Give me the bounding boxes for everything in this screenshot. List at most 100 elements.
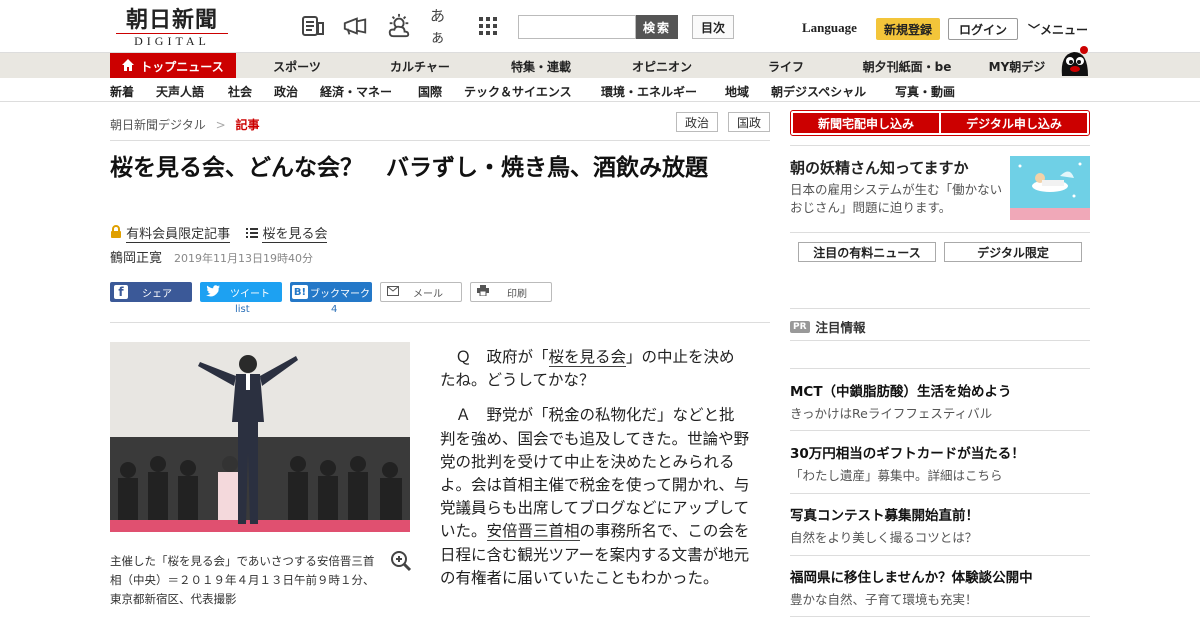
home-icon	[122, 58, 135, 74]
text-span: Ｑ 政府が「	[455, 348, 549, 366]
subnav-item[interactable]: 政治	[274, 83, 298, 100]
subnav-item[interactable]: 国際	[418, 83, 442, 100]
site-logo[interactable]: 朝日新聞 DIGITAL	[116, 7, 228, 49]
subnav-item[interactable]: 社会	[228, 83, 252, 100]
breadcrumb: 朝日新聞デジタル > 記事	[110, 116, 260, 133]
ad-title[interactable]: MCT（中鎖脂肪酸）生活を始めよう	[790, 380, 1012, 400]
lock-icon	[110, 225, 126, 242]
body-paragraph: Ｑ 政府が「桜を見る会」の中止を決めたね。どうしてかな？	[440, 346, 750, 392]
subnav-item[interactable]: テック＆サイエンス	[464, 83, 572, 100]
body-paragraph: Ａ 野党が「税金の私物化だ」などと批判を強め、国会でも追及してきた。世論や野党の…	[440, 404, 750, 590]
zoom-icon[interactable]	[390, 550, 412, 572]
paid-member-label[interactable]: 有料会員限定記事	[126, 227, 231, 243]
tag-national[interactable]: 国政	[728, 112, 770, 132]
search-input[interactable]	[518, 15, 636, 39]
ad-description[interactable]: 「わたし遺産」募集中。詳細はこちら	[790, 465, 1003, 484]
share-label: シェア	[142, 288, 172, 300]
facebook-share-button[interactable]: f シェア	[110, 282, 192, 302]
series-link[interactable]: 桜を見る会	[262, 227, 328, 243]
divider	[790, 308, 1090, 309]
digital-subscribe-button[interactable]: デジタル申し込み	[941, 113, 1087, 133]
menu-label: メニュー	[1040, 23, 1089, 37]
ad-title[interactable]: 写真コンテスト募集開始直前！	[790, 504, 979, 524]
sakura-link[interactable]: 桜を見る会	[548, 348, 627, 367]
byline: 鶴岡正寛 2019年11月13日19時40分	[110, 247, 313, 266]
subnav-item[interactable]: 朝デジスペシャル	[771, 83, 866, 100]
photo-caption: 主催した「桜を見る会」であいさつする安倍晋三首相（中央）＝２０１９年４月１３日午…	[110, 554, 375, 606]
text-span: Ａ 野党が「税金の私物化だ」などと批判を強め、国会でも追及してきた。世論や野党の…	[440, 406, 750, 541]
nav-top-news[interactable]: トップニュース	[110, 53, 236, 79]
nav-features[interactable]: 特集・連載	[500, 53, 582, 79]
ad-title[interactable]: 福岡県に移住しませんか？体験談公開中	[790, 566, 1033, 586]
ad-title[interactable]: 30万円相当のギフトカードが当たる！	[790, 442, 1025, 462]
mail-button[interactable]: メール	[380, 282, 462, 302]
ad-description[interactable]: 豊かな自然、子育て環境も充実！	[790, 589, 978, 608]
mail-icon	[387, 285, 399, 299]
subnav-item[interactable]: 地域	[725, 83, 749, 100]
search-button[interactable]: 検索	[636, 15, 678, 39]
breadcrumb-home[interactable]: 朝日新聞デジタル	[110, 118, 206, 132]
login-button[interactable]: ログイン	[948, 18, 1018, 40]
nav-sports[interactable]: スポーツ	[262, 53, 332, 79]
print-button[interactable]: 印刷	[470, 282, 552, 302]
grid-icon[interactable]	[475, 14, 501, 38]
logo-text-en: DIGITAL	[116, 33, 228, 49]
paid-news-button[interactable]: 注目の有料ニュース	[798, 242, 936, 262]
subnav-item[interactable]: 新着	[110, 83, 134, 100]
subnav-item[interactable]: 環境・エネルギー	[601, 83, 697, 100]
pr-badge: PR	[790, 320, 810, 333]
chevron-down-icon: ﹀	[1028, 23, 1041, 37]
nav-paper[interactable]: 朝夕刊紙面・be	[852, 53, 962, 79]
main-nav: トップニュース スポーツ カルチャー 特集・連載 オピニオン ライフ 朝夕刊紙面…	[0, 52, 1200, 79]
logo-text-jp: 朝日新聞	[125, 7, 218, 33]
nav-label: トップニュース	[140, 59, 224, 74]
language-link[interactable]: Language	[802, 20, 857, 36]
tweet-count[interactable]: list	[235, 304, 250, 315]
promo-image[interactable]	[1010, 156, 1090, 220]
tag-politics[interactable]: 政治	[676, 112, 718, 132]
subnav-item[interactable]: 写真・動画	[895, 83, 955, 100]
digital-limited-button[interactable]: デジタル限定	[944, 242, 1082, 262]
nav-life[interactable]: ライフ	[756, 53, 816, 79]
bookmark-count[interactable]: 4	[331, 304, 337, 315]
subnav-item[interactable]: 経済・マネー	[320, 83, 392, 100]
newspaper-icon[interactable]	[300, 14, 326, 38]
twitter-icon	[206, 284, 220, 300]
font-size-icon[interactable]: あぁ	[430, 7, 456, 46]
pr-label: 注目情報	[815, 320, 866, 335]
hatena-bookmark-button[interactable]: B! ブックマーク	[290, 282, 372, 302]
promo-description: 日本の雇用システムが生む「働かないおじさん」問題に迫ります。	[790, 182, 1003, 215]
page: 朝日新聞 DIGITAL あぁ 検索 目次 Language 新規登録 ログイン…	[0, 0, 1200, 630]
divider	[790, 430, 1090, 431]
register-button[interactable]: 新規登録	[876, 18, 940, 40]
delivery-subscribe-button[interactable]: 新聞宅配申し込み	[793, 113, 939, 133]
subnav-item[interactable]: 天声人語	[156, 83, 204, 100]
divider	[790, 616, 1090, 617]
nav-my-asadigi[interactable]: MY朝デジ	[980, 53, 1054, 79]
ad-description[interactable]: 自然をより美しく撮るコツとは？	[790, 527, 977, 546]
promo-title[interactable]: 朝の妖精さん知ってますか	[790, 157, 969, 178]
weather-icon[interactable]	[386, 13, 412, 38]
pr-header: PR 注目情報	[790, 317, 866, 336]
divider	[790, 232, 1090, 233]
megaphone-icon[interactable]	[342, 14, 368, 38]
breadcrumb-separator: >	[215, 118, 226, 132]
print-label: 印刷	[507, 288, 527, 300]
facebook-icon: f	[114, 285, 128, 299]
divider	[790, 555, 1090, 556]
author-name: 鶴岡正寛	[110, 251, 163, 266]
menu-button[interactable]: ﹀メニュー	[1028, 21, 1088, 38]
contents-button[interactable]: 目次	[692, 15, 734, 39]
divider	[790, 368, 1090, 369]
abe-link[interactable]: 安倍晋三首相	[486, 522, 580, 542]
twitter-share-button[interactable]: ツイート	[200, 282, 282, 302]
divider	[110, 140, 770, 141]
publish-date: 2019年11月13日19時40分	[174, 252, 313, 265]
nav-opinion[interactable]: オピニオン	[622, 53, 702, 79]
article-photo[interactable]	[110, 342, 410, 532]
nav-culture[interactable]: カルチャー	[380, 53, 460, 79]
mascot-icon[interactable]	[1056, 44, 1092, 78]
ad-description[interactable]: きっかけはReライフフェスティバル	[790, 403, 992, 422]
tweet-label: ツイート	[230, 288, 270, 300]
divider	[110, 322, 770, 323]
